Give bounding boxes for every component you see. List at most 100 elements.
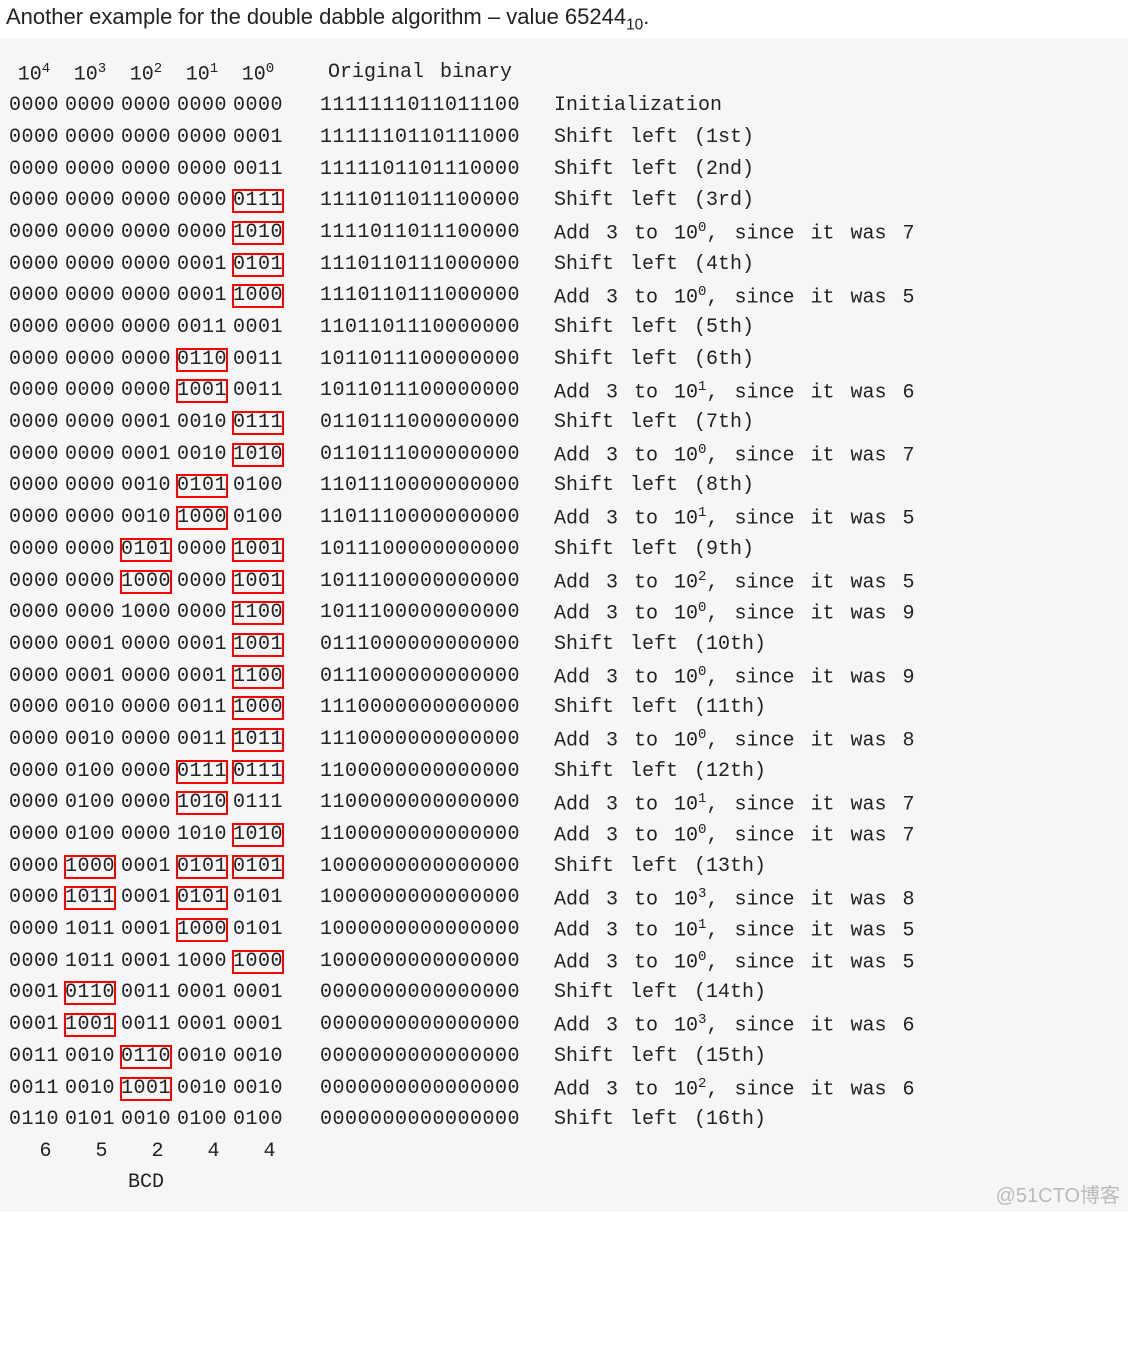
table-row: 000001000000011101111100000000000000Shif…: [6, 756, 1122, 788]
bcd-nibble: 0011: [230, 381, 286, 401]
bcd-nibble: 0000: [6, 635, 62, 655]
table-row: 000000000000000010101111011011100000Add …: [6, 217, 1122, 249]
bcd-nibble: 0011: [230, 160, 286, 180]
bcd-nibble: 0100: [174, 1110, 230, 1130]
bcd-nibble: 1011: [62, 888, 118, 908]
bcd-nibble: 0000: [174, 540, 230, 560]
binary-value: 0110111000000000: [320, 413, 520, 433]
step-description: Initialization: [520, 96, 722, 116]
header-col-2: 102: [118, 62, 174, 86]
table-row: 000000000000001100011101101110000000Shif…: [6, 312, 1122, 344]
binary-value: 1011100000000000: [320, 540, 520, 560]
bcd-nibble: 0000: [62, 223, 118, 243]
table-row: 000110010011000100010000000000000000Add …: [6, 1009, 1122, 1041]
table-row: 000000100000001110111110000000000000Add …: [6, 724, 1122, 756]
table-row: 000001000000101001111100000000000000Add …: [6, 788, 1122, 820]
result-digit: 4: [230, 1142, 286, 1162]
step-description: Shift left (14th): [520, 983, 766, 1003]
table-row: 000000000000000000111111101101110000Shif…: [6, 154, 1122, 186]
bcd-nibble: 0010: [174, 445, 230, 465]
binary-value: 1110110111000000: [320, 255, 520, 275]
bcd-nibble: 0111: [230, 762, 286, 782]
bcd-nibble: 0000: [118, 381, 174, 401]
bcd-nibble: 0000: [118, 191, 174, 211]
bcd-nibble: 1001: [62, 1015, 118, 1035]
binary-value: 1111110110111000: [320, 128, 520, 148]
header-col-1: 103: [62, 62, 118, 86]
bcd-nibble: 0010: [174, 1079, 230, 1099]
bcd-nibble: 0001: [118, 413, 174, 433]
bcd-nibble: 0000: [62, 445, 118, 465]
bcd-nibble: 0000: [174, 572, 230, 592]
result-digits-row: 65244: [6, 1136, 1122, 1168]
binary-value: 0000000000000000: [320, 983, 520, 1003]
binary-value: 1011011100000000: [320, 350, 520, 370]
result-digit: 6: [6, 1142, 62, 1162]
step-description: Add 3 to 100, since it was 9: [520, 665, 914, 689]
bcd-nibble: 0000: [118, 730, 174, 750]
algorithm-table: 104103102101100Original binary0000000000…: [0, 38, 1128, 1211]
step-description: Shift left (16th): [520, 1110, 766, 1130]
bcd-nibble: 0000: [118, 223, 174, 243]
table-row: 000000000000011000111011011100000000Shif…: [6, 344, 1122, 376]
bcd-label: BCD: [6, 1173, 286, 1193]
binary-value: 1000000000000000: [320, 952, 520, 972]
bcd-nibble: 0000: [62, 96, 118, 116]
bcd-nibble: 0000: [174, 160, 230, 180]
table-row: 000000000101000010011011100000000000Shif…: [6, 534, 1122, 566]
bcd-nibble: 0000: [62, 255, 118, 275]
bcd-nibble: 0011: [174, 698, 230, 718]
bcd-nibble: 0010: [62, 1079, 118, 1099]
bcd-nibble: 0100: [62, 793, 118, 813]
bcd-nibble: 0001: [230, 983, 286, 1003]
header-col-0: 104: [6, 62, 62, 86]
bcd-nibble: 0000: [6, 667, 62, 687]
header-col-4: 100: [230, 62, 286, 86]
bcd-nibble: 0000: [62, 508, 118, 528]
bcd-nibble: 0001: [230, 128, 286, 148]
bcd-nibble: 0101: [230, 857, 286, 877]
bcd-nibble: 0011: [6, 1079, 62, 1099]
bcd-nibble: 0001: [174, 983, 230, 1003]
bcd-nibble: 0001: [174, 255, 230, 275]
binary-value: 0000000000000000: [320, 1110, 520, 1130]
bcd-nibble: 0000: [118, 160, 174, 180]
result-digit: 5: [62, 1142, 118, 1162]
step-description: Shift left (4th): [520, 255, 754, 275]
bcd-nibble: 0000: [6, 540, 62, 560]
bcd-nibble: 0000: [6, 476, 62, 496]
binary-value: 1111111011011100: [320, 96, 520, 116]
bcd-nibble: 1000: [230, 286, 286, 306]
bcd-nibble: 0010: [230, 1079, 286, 1099]
result-digit: 2: [118, 1142, 174, 1162]
watermark: @51CTO博客: [996, 1186, 1120, 1206]
bcd-label-row: BCD: [6, 1168, 1122, 1198]
bcd-nibble: 0010: [62, 1047, 118, 1067]
bcd-nibble: 0010: [118, 476, 174, 496]
bcd-nibble: 1011: [230, 730, 286, 750]
bcd-nibble: 0000: [6, 952, 62, 972]
bcd-nibble: 0100: [230, 508, 286, 528]
bcd-nibble: 1001: [230, 635, 286, 655]
binary-value: 1100000000000000: [320, 825, 520, 845]
table-row: 000000000000000000011111110110111000Shif…: [6, 122, 1122, 154]
table-row: 000000000000000110001110110111000000Add …: [6, 281, 1122, 313]
step-description: Add 3 to 100, since it was 5: [520, 285, 914, 309]
binary-value: 0000000000000000: [320, 1047, 520, 1067]
bcd-nibble: 0000: [118, 762, 174, 782]
binary-value: 1101101110000000: [320, 318, 520, 338]
step-description: Shift left (3rd): [520, 191, 754, 211]
bcd-nibble: 0000: [6, 920, 62, 940]
bcd-nibble: 0001: [6, 983, 62, 1003]
step-description: Add 3 to 100, since it was 7: [520, 823, 914, 847]
bcd-nibble: 0010: [118, 1110, 174, 1130]
bcd-nibble: 0000: [6, 698, 62, 718]
step-description: Add 3 to 100, since it was 7: [520, 221, 914, 245]
bcd-nibble: 1011: [62, 952, 118, 972]
bcd-nibble: 0000: [6, 445, 62, 465]
bcd-nibble: 0100: [62, 825, 118, 845]
table-row: 000000000000000001111111011011100000Shif…: [6, 185, 1122, 217]
bcd-nibble: 0011: [6, 1047, 62, 1067]
step-description: Add 3 to 103, since it was 8: [520, 887, 914, 911]
bcd-nibble: 0101: [230, 920, 286, 940]
